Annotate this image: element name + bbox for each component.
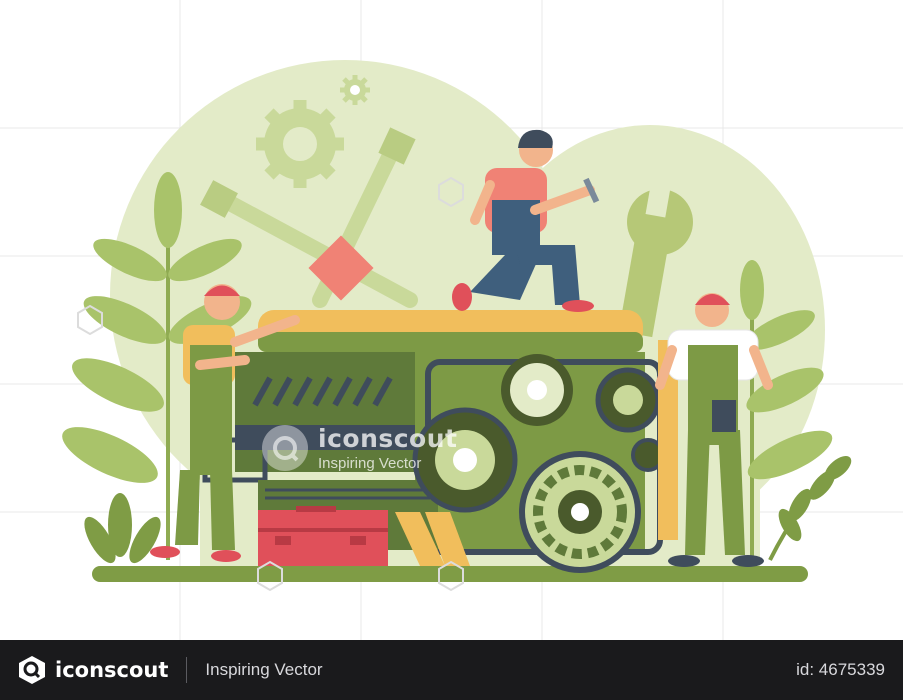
asset-id: id: 4675339 <box>796 660 885 679</box>
footer-divider <box>186 657 188 683</box>
footer-bar: iconscout Inspiring Vector id: 4675339 <box>0 640 903 700</box>
toolbox <box>258 506 470 566</box>
watermark-tagline: Inspiring Vector <box>318 455 422 472</box>
engine-repair-scene <box>0 0 903 640</box>
iconscout-logo-icon[interactable] <box>17 655 47 685</box>
watermark-brand: iconscout <box>318 424 458 453</box>
ground-bar <box>92 566 808 582</box>
footer-brand[interactable]: iconscout <box>55 658 168 682</box>
iconscout-watermark-icon <box>262 425 308 471</box>
gear-icon <box>256 100 344 188</box>
illustration: iconscout Inspiring Vector <box>0 0 903 640</box>
footer-tagline: Inspiring Vector <box>205 660 323 679</box>
small-gear-icon <box>340 75 370 105</box>
center-watermark: iconscout Inspiring Vector <box>262 424 458 472</box>
